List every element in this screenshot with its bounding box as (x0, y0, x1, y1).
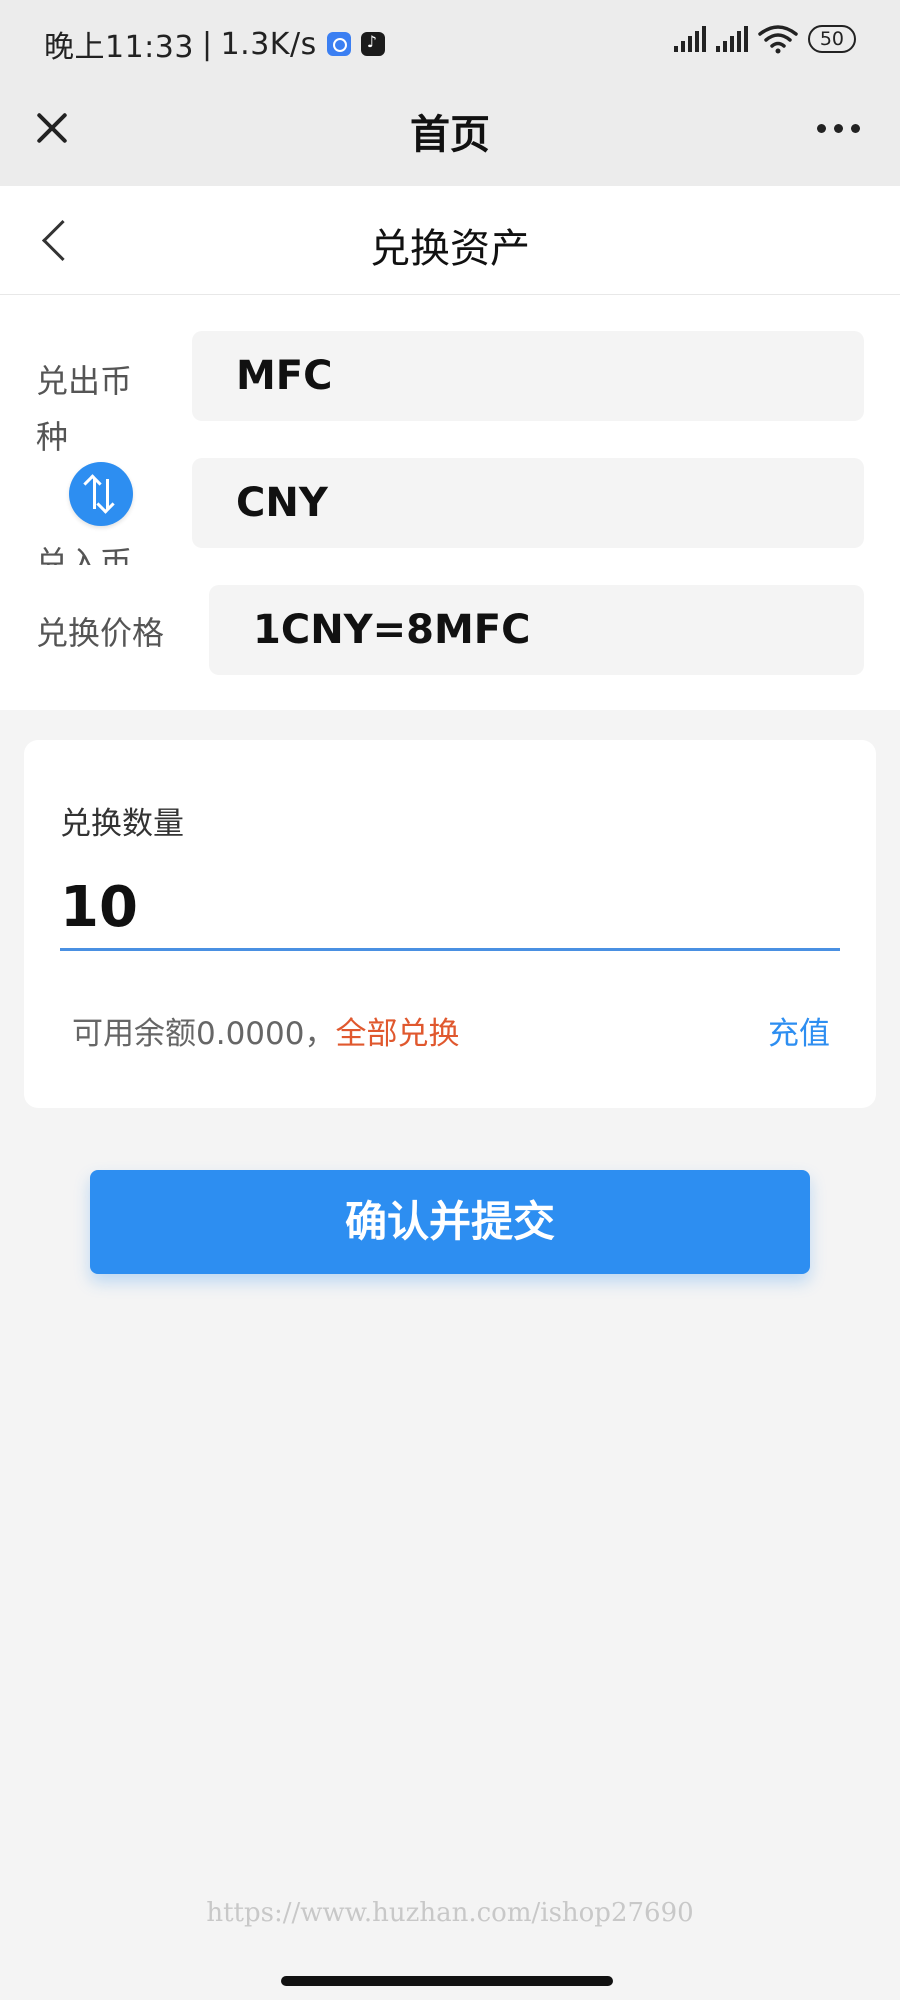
exchange-all-link[interactable]: 全部兑换 (335, 1016, 459, 1052)
price-label: 兑换价格 (36, 614, 165, 652)
wifi-icon (758, 25, 798, 54)
more-dots-icon[interactable] (817, 124, 860, 133)
submit-button[interactable]: 确认并提交 (90, 1170, 810, 1274)
status-bar: 晚上11:33 | 1.3K/s 50 (0, 0, 900, 88)
network-speed: 1.3K/s (220, 26, 317, 62)
balance-text: 可用余额0.0000， (72, 1016, 336, 1052)
home-indicator[interactable] (281, 1976, 613, 1986)
battery-icon: 50 (807, 25, 856, 53)
signal-icon-2 (715, 26, 748, 52)
in-currency-field[interactable]: CNY (192, 458, 864, 548)
page-header: 兑换资产 (0, 186, 900, 295)
recharge-link[interactable]: 充值 (768, 1008, 830, 1053)
status-time: 晚上11:33 (44, 30, 194, 65)
tiktok-icon (360, 32, 385, 56)
wechat-nav-bar: 首页 (0, 88, 900, 186)
wechat-nav-title: 首页 (410, 112, 490, 158)
balance-row: 可用余额0.0000，全部兑换 (72, 1008, 459, 1053)
price-field: 1CNY=8MFC (209, 585, 864, 675)
signal-icon (673, 26, 706, 52)
exchange-form: 兑出币种 MFC 兑入币 CNY 兑换价格 1CNY=8MFC (0, 295, 900, 710)
blue-q-app-icon (326, 32, 351, 56)
status-indicators: 50 (673, 24, 856, 54)
amount-input[interactable]: 10 (60, 868, 840, 951)
status-separator: | (201, 26, 213, 62)
page-title: 兑换资产 (370, 226, 530, 272)
out-currency-field[interactable]: MFC (192, 331, 864, 421)
watermark-text: https://www.huzhan.com/ishop27690 (206, 1898, 694, 1928)
out-currency-label: 兑出币种 (36, 362, 133, 456)
amount-label: 兑换数量 (60, 806, 184, 842)
amount-card: 兑换数量 10 可用余额0.0000，全部兑换 充值 (24, 740, 876, 1108)
swap-arrows-icon[interactable] (69, 462, 133, 526)
in-currency-label: 兑入币 (36, 544, 133, 565)
status-time-group: 晚上11:33 | 1.3K/s (44, 22, 385, 66)
